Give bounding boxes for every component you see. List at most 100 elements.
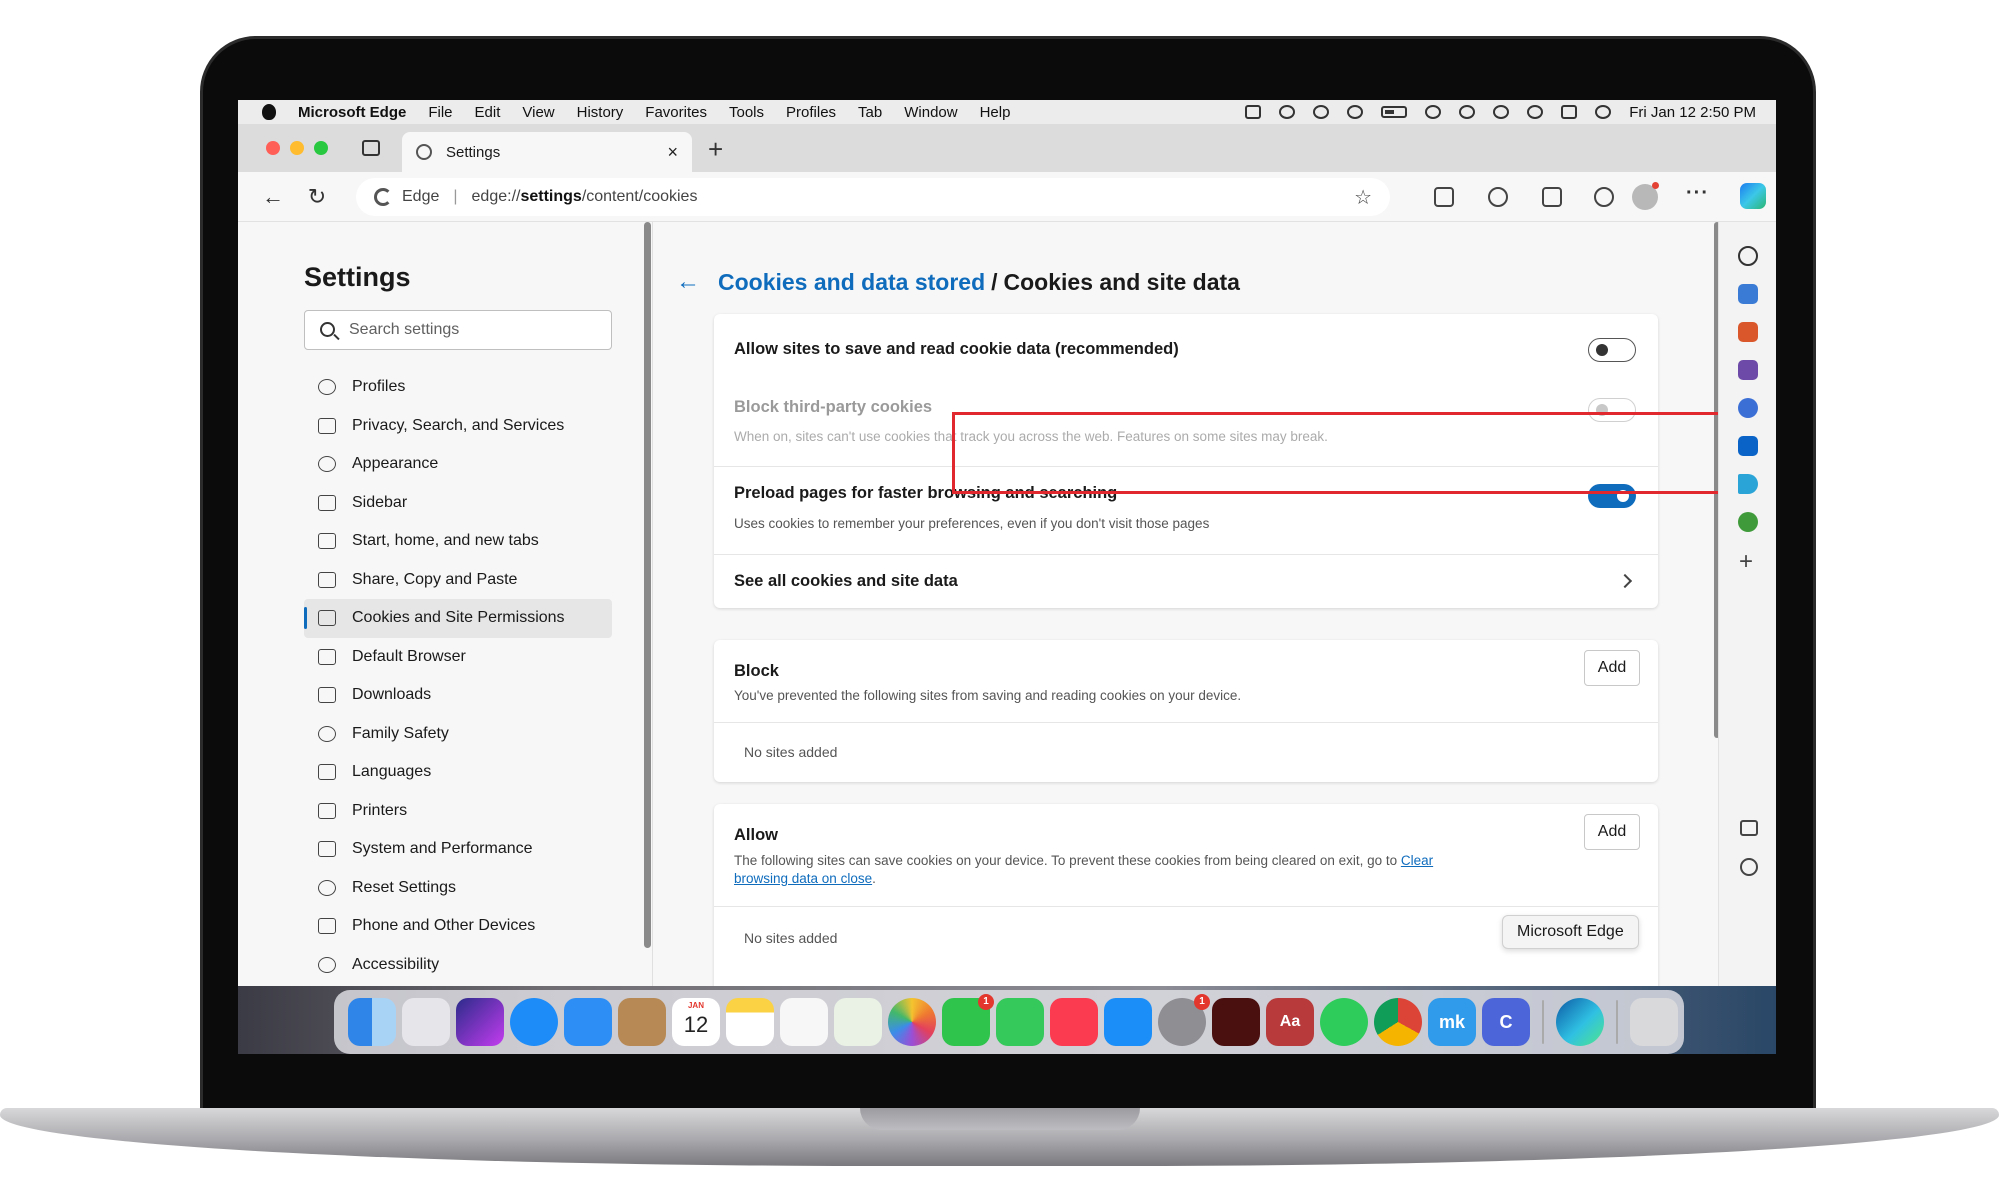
menu-tools[interactable]: Tools — [729, 104, 764, 121]
outlook-icon[interactable] — [1738, 436, 1758, 456]
favorites-icon[interactable] — [1488, 187, 1508, 207]
launchpad-icon[interactable] — [402, 998, 450, 1046]
facetime-icon[interactable]: 1 — [942, 994, 994, 1046]
shopping-tag-icon[interactable] — [1738, 284, 1758, 304]
nav-item-downloads[interactable]: Downloads — [304, 676, 612, 715]
favorite-star-icon[interactable]: ☆ — [1354, 185, 1372, 210]
address-bar[interactable]: Edge | edge://settings/content/cookies ☆ — [356, 178, 1390, 216]
nav-item-share-copy[interactable]: Share, Copy and Paste — [304, 561, 612, 600]
messages-icon[interactable] — [996, 998, 1044, 1046]
menu-view[interactable]: View — [522, 104, 554, 121]
sidebar-search-icon[interactable] — [1738, 246, 1758, 266]
finder-icon[interactable] — [348, 998, 396, 1046]
breadcrumb-parent-link[interactable]: Cookies and data stored — [718, 269, 985, 296]
menu-app-name[interactable]: Microsoft Edge — [298, 104, 406, 121]
notes-icon[interactable] — [726, 998, 774, 1046]
close-tab-icon[interactable]: × — [667, 142, 678, 163]
app-store-icon[interactable] — [1104, 998, 1152, 1046]
nav-item-sidebar[interactable]: Sidebar — [304, 484, 612, 523]
nav-item-languages[interactable]: Languages — [304, 753, 612, 792]
see-all-cookies-row[interactable]: See all cookies and site data — [714, 554, 1658, 608]
dictionary-icon[interactable]: Aa — [1266, 998, 1314, 1046]
menu-profiles[interactable]: Profiles — [786, 104, 836, 121]
back-button[interactable]: ← — [260, 184, 286, 210]
hide-sidebar-icon[interactable] — [1740, 820, 1758, 836]
mail-icon[interactable] — [564, 998, 612, 1046]
back-arrow-icon[interactable]: ← — [676, 268, 700, 296]
apple-icon[interactable] — [262, 104, 276, 120]
menu-history[interactable]: History — [577, 104, 624, 121]
nav-item-family-safety[interactable]: Family Safety — [304, 715, 612, 754]
preload-toggle[interactable] — [1588, 484, 1636, 508]
games-icon[interactable] — [1738, 360, 1758, 380]
siri-icon[interactable] — [456, 998, 504, 1046]
tools-briefcase-icon[interactable] — [1738, 322, 1758, 342]
nav-item-appearance[interactable]: Appearance — [304, 445, 612, 484]
time-machine-icon[interactable] — [1527, 105, 1544, 119]
tab-actions-icon[interactable] — [362, 140, 380, 156]
menu-file[interactable]: File — [428, 104, 452, 121]
nav-item-start-home[interactable]: Start, home, and new tabs — [304, 522, 612, 561]
bluetooth-icon[interactable] — [1347, 105, 1364, 119]
menu-window[interactable]: Window — [904, 104, 957, 121]
nav-item-privacy[interactable]: Privacy, Search, and Services — [304, 407, 612, 446]
menubar-clock[interactable]: Fri Jan 12 2:50 PM — [1629, 104, 1756, 121]
send-icon[interactable] — [1738, 474, 1758, 494]
menu-edit[interactable]: Edit — [475, 104, 501, 121]
copilot-icon[interactable] — [1740, 183, 1766, 209]
block-third-party-toggle[interactable] — [1588, 398, 1636, 422]
creative-cloud-icon[interactable] — [1279, 105, 1296, 119]
new-tab-button[interactable]: + — [708, 134, 723, 165]
maps-icon[interactable] — [834, 998, 882, 1046]
drop-tree-icon[interactable] — [1738, 512, 1758, 532]
split-screen-icon[interactable] — [1434, 187, 1454, 207]
nav-item-reset[interactable]: Reset Settings — [304, 869, 612, 908]
user-icon[interactable] — [1459, 105, 1476, 119]
allow-add-button[interactable]: Add — [1584, 814, 1640, 850]
control-center-icon[interactable] — [1561, 105, 1578, 119]
menu-tab[interactable]: Tab — [858, 104, 882, 121]
allow-cookies-toggle[interactable] — [1588, 338, 1636, 362]
calendar-icon[interactable]: JAN 12 — [672, 998, 720, 1046]
play-icon[interactable] — [1313, 105, 1330, 119]
collections-icon[interactable] — [1542, 187, 1562, 207]
contacts-icon[interactable] — [618, 998, 666, 1046]
flash-icon[interactable] — [1212, 998, 1260, 1046]
add-sidebar-app-icon[interactable]: + — [1739, 548, 1753, 576]
nav-item-system[interactable]: System and Performance — [304, 830, 612, 869]
nav-item-printers[interactable]: Printers — [304, 792, 612, 831]
battery-icon[interactable] — [1381, 106, 1408, 118]
nav-item-accessibility[interactable]: Accessibility — [304, 946, 612, 985]
c-app-icon[interactable]: C — [1482, 998, 1530, 1046]
music-icon[interactable] — [1050, 998, 1098, 1046]
chrome-icon[interactable] — [1374, 998, 1422, 1046]
trash-icon[interactable] — [1630, 998, 1678, 1046]
tab-settings[interactable]: Settings × — [402, 132, 692, 172]
address-url[interactable]: edge://settings/content/cookies — [472, 188, 698, 206]
safari-icon[interactable] — [510, 998, 558, 1046]
nav-item-cookies[interactable]: Cookies and Site Permissions — [304, 599, 612, 638]
whatsapp-icon[interactable] — [1320, 998, 1368, 1046]
spotlight-icon[interactable] — [1493, 105, 1510, 119]
close-window-button[interactable] — [266, 141, 280, 155]
block-add-button[interactable]: Add — [1584, 650, 1640, 686]
search-settings-box[interactable] — [304, 310, 612, 350]
edge-dock-icon[interactable] — [1556, 998, 1604, 1046]
mk-app-icon[interactable]: mk — [1428, 998, 1476, 1046]
nav-item-default-browser[interactable]: Default Browser — [304, 638, 612, 677]
nav-item-phone[interactable]: Phone and Other Devices — [304, 907, 612, 946]
clear-browsing-data-link-cont[interactable]: browsing data on close — [734, 871, 872, 886]
minimize-window-button[interactable] — [290, 141, 304, 155]
mk-status-icon[interactable] — [1245, 105, 1262, 119]
wifi-icon[interactable] — [1425, 105, 1442, 119]
sidebar-settings-icon[interactable] — [1740, 858, 1758, 876]
reload-button[interactable]: ↻ — [304, 184, 330, 210]
microsoft-365-icon[interactable] — [1738, 398, 1758, 418]
sidebar-scrollbar[interactable] — [644, 222, 651, 948]
menu-favorites[interactable]: Favorites — [645, 104, 707, 121]
nav-item-profiles[interactable]: Profiles — [304, 368, 612, 407]
clear-browsing-data-link[interactable]: Clear — [1401, 853, 1433, 868]
zoom-window-button[interactable] — [314, 141, 328, 155]
siri-icon[interactable] — [1595, 105, 1612, 119]
photos-icon[interactable] — [888, 998, 936, 1046]
